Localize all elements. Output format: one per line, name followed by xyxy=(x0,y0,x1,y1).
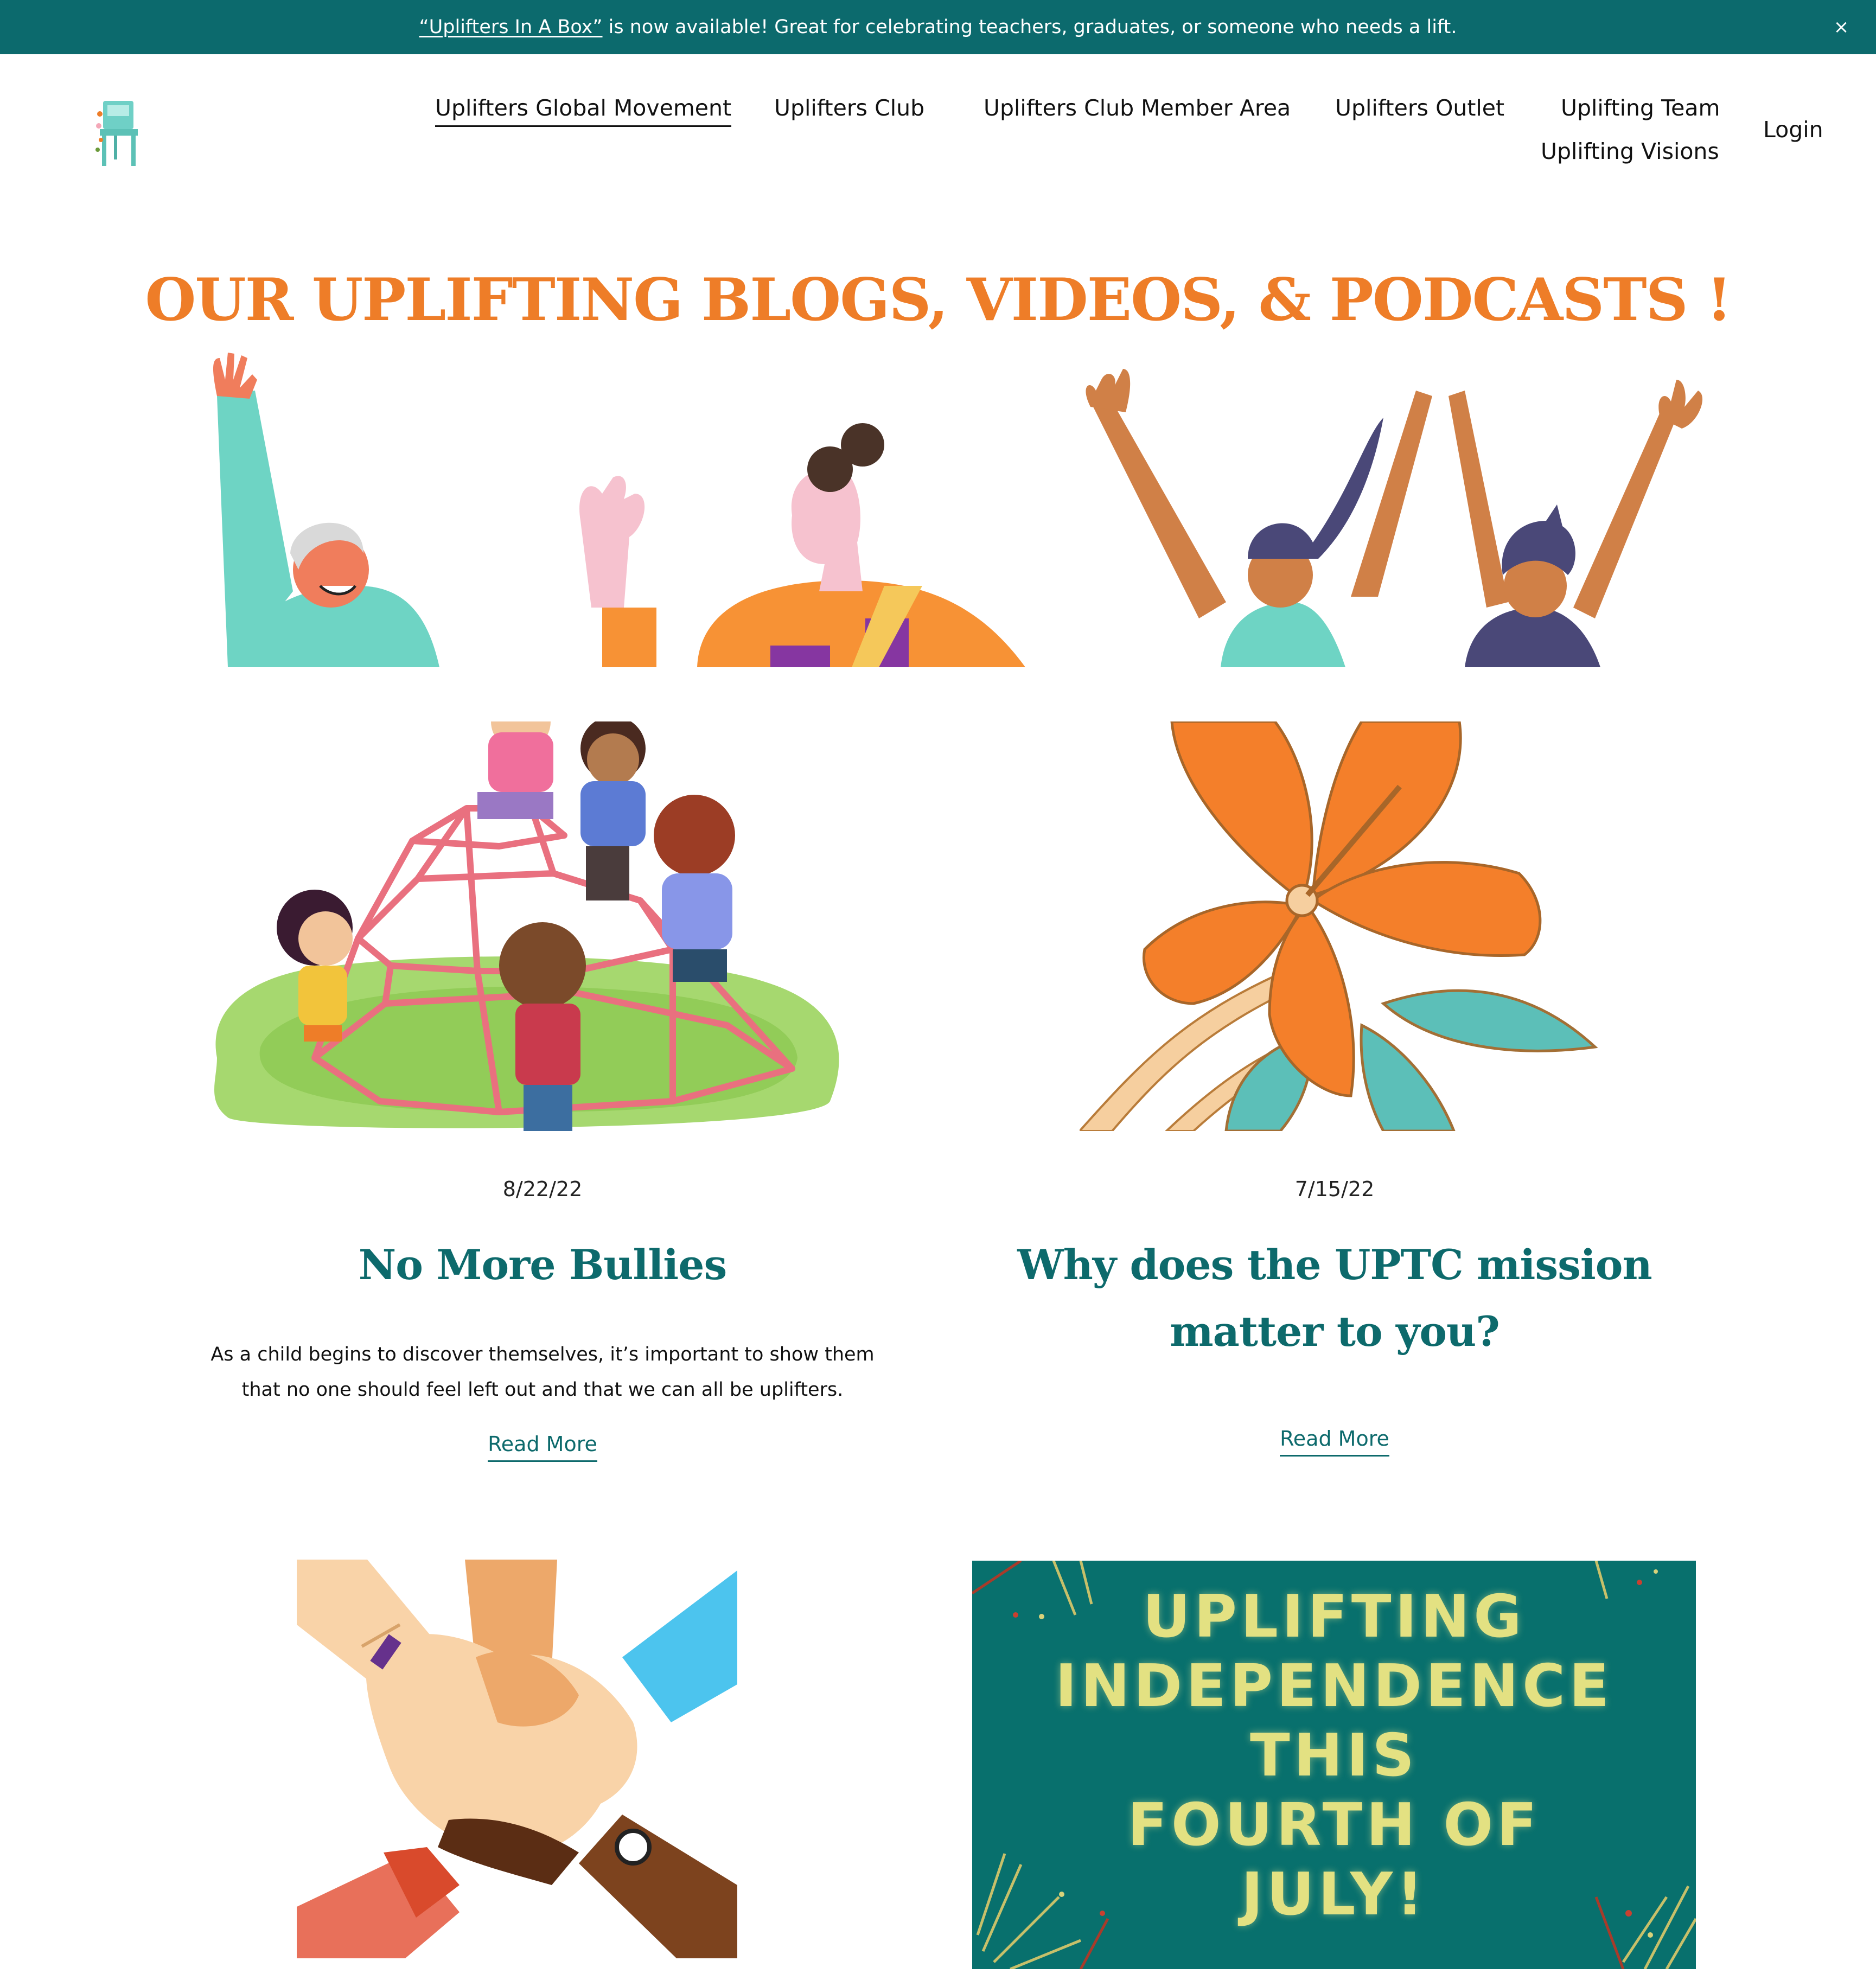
announcement-bar: “Uplifters In A Box” is now available! G… xyxy=(0,0,1876,54)
nav-item-uplifters-club-member-area[interactable]: Uplifters Club Member Area xyxy=(984,95,1291,121)
independence-text-line: THIS xyxy=(1249,1722,1419,1790)
announcement-message: is now available! Great for celebrating … xyxy=(602,16,1457,38)
independence-text-line: FOURTH OF xyxy=(1127,1791,1541,1859)
nav-item-uplifters-global-movement[interactable]: Uplifters Global Movement xyxy=(435,95,732,127)
independence-text-line: JULY! xyxy=(1241,1861,1427,1928)
chair-logo-icon[interactable] xyxy=(92,98,146,168)
nav-item-uplifting-team[interactable]: Uplifting Team xyxy=(1561,95,1720,121)
post-date: 7/15/22 xyxy=(1294,1177,1375,1201)
nav-item-uplifters-club[interactable]: Uplifters Club xyxy=(774,95,924,121)
independence-text: UPLIFTING INDEPENDENCE THIS FOURTH OF JU… xyxy=(972,1582,1696,1930)
hero-people-illustration xyxy=(201,347,1709,667)
page-headline: OUR UPLIFTING BLOGS, VIDEOS, & PODCASTS … xyxy=(145,266,1732,334)
read-more-link[interactable]: Read More xyxy=(488,1432,597,1462)
announcement-link[interactable]: “Uplifters In A Box” xyxy=(419,16,603,38)
post-image-stacked-hands[interactable] xyxy=(297,1560,737,1958)
post-image-children-playground[interactable] xyxy=(195,721,846,1131)
read-more-link[interactable]: Read More xyxy=(1280,1427,1389,1457)
announcement-text: “Uplifters In A Box” is now available! G… xyxy=(0,0,1876,54)
nav-item-uplifters-outlet[interactable]: Uplifters Outlet xyxy=(1335,95,1504,121)
independence-text-line: UPLIFTING xyxy=(1143,1583,1526,1651)
post-image-independence-day[interactable]: UPLIFTING INDEPENDENCE THIS FOURTH OF JU… xyxy=(972,1561,1696,1969)
read-more-container: Read More xyxy=(195,1432,890,1462)
post-excerpt: As a child begins to discover themselves… xyxy=(210,1344,875,1401)
close-icon[interactable]: × xyxy=(1828,14,1854,40)
login-link[interactable]: Login xyxy=(1763,117,1823,143)
post-title[interactable]: Why does the UPTC mission matter to you? xyxy=(966,1231,1703,1365)
post-title[interactable]: No More Bullies xyxy=(195,1231,890,1298)
read-more-container: Read More xyxy=(974,1427,1695,1457)
nav-item-uplifting-visions[interactable]: Uplifting Visions xyxy=(1541,138,1719,164)
post-image-orange-flower[interactable] xyxy=(1080,721,1600,1131)
post-date: 8/22/22 xyxy=(502,1177,583,1201)
independence-text-line: INDEPENDENCE xyxy=(1055,1652,1613,1720)
